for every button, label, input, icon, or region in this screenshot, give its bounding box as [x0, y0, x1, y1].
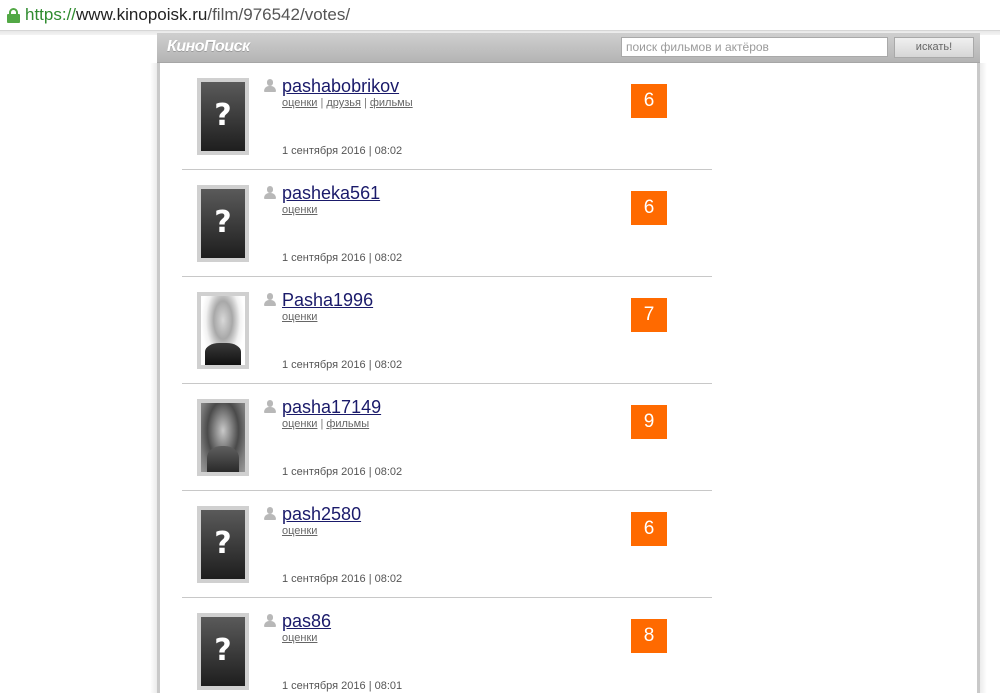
vote-date: 1 сентября 2016 | 08:02: [282, 466, 403, 478]
user-links: оценки: [282, 204, 317, 217]
username-link[interactable]: pashabobrikov: [282, 76, 399, 96]
score-badge: 9: [631, 405, 667, 439]
user-icon: [264, 507, 276, 520]
url-text[interactable]: https://www.kinopoisk.ru/film/976542/vot…: [25, 5, 350, 25]
user-link[interactable]: оценки: [282, 204, 317, 216]
frame-shadow-right: [980, 63, 987, 693]
site-header: КиноПоиск поиск фильмов и актёров искать…: [157, 33, 980, 63]
user-link[interactable]: фильмы: [326, 418, 369, 430]
vote-date: 1 сентября 2016 | 08:02: [282, 359, 403, 371]
vote-row: ? pashabobrikov оценки | друзья | фильмы 1 сент…: [182, 63, 712, 170]
search-input[interactable]: поиск фильмов и актёров: [621, 37, 888, 57]
username-link[interactable]: pasha17149: [282, 397, 381, 417]
user-link[interactable]: оценки: [282, 311, 317, 323]
vote-date: 1 сентября 2016 | 08:02: [282, 252, 403, 264]
score-badge: 8: [631, 619, 667, 653]
link-separator: |: [320, 97, 324, 109]
user-icon: [264, 400, 276, 413]
username-link[interactable]: pas86: [282, 611, 331, 631]
user-link[interactable]: друзья: [326, 97, 361, 109]
vote-row: Pasha1996 оценки 1 сентября 2016 | 08:02 7: [182, 277, 712, 384]
avatar-placeholder-icon: ?: [214, 98, 232, 133]
link-separator: |: [320, 418, 324, 430]
link-separator: |: [363, 97, 367, 109]
user-links: оценки | фильмы: [282, 418, 369, 431]
user-avatar[interactable]: ?: [197, 613, 249, 690]
score-badge: 6: [631, 84, 667, 118]
user-icon: [264, 293, 276, 306]
user-avatar[interactable]: ?: [197, 78, 249, 155]
username-link[interactable]: pash2580: [282, 504, 361, 524]
username-link[interactable]: Pasha1996: [282, 290, 373, 310]
score-badge: 6: [631, 191, 667, 225]
site-logo[interactable]: КиноПоиск: [167, 38, 250, 56]
username-link[interactable]: pasheka561: [282, 183, 380, 203]
user-avatar[interactable]: [197, 399, 249, 476]
user-link[interactable]: оценки: [282, 418, 317, 430]
url-scheme: https://: [25, 5, 77, 24]
user-icon: [264, 186, 276, 199]
user-avatar[interactable]: [197, 292, 249, 369]
user-links: оценки: [282, 632, 317, 645]
url-host: www.kinopoisk.ru: [76, 5, 208, 24]
vote-row: ? pash2580 оценки 1 сентября 2016 | 08:02 6: [182, 491, 712, 598]
vote-row: ? pas86 оценки 1 сентября 2016 | 08:01 8: [182, 598, 712, 693]
avatar-placeholder-icon: ?: [214, 526, 232, 561]
vote-date: 1 сентября 2016 | 08:02: [282, 145, 403, 157]
vote-row: pasha17149 оценки | фильмы 1 сентября 2016 |…: [182, 384, 712, 491]
address-bar[interactable]: https://www.kinopoisk.ru/film/976542/vot…: [0, 0, 1000, 31]
user-link[interactable]: оценки: [282, 97, 317, 109]
search-button[interactable]: искать!: [894, 37, 974, 58]
url-path: /film/976542/votes/: [207, 5, 351, 24]
user-avatar[interactable]: ?: [197, 506, 249, 583]
user-links: оценки | друзья | фильмы: [282, 97, 413, 110]
user-icon: [264, 614, 276, 627]
avatar-placeholder-icon: ?: [214, 205, 232, 240]
lock-icon: [7, 8, 20, 23]
score-badge: 7: [631, 298, 667, 332]
vote-date: 1 сентября 2016 | 08:02: [282, 573, 403, 585]
frame-shadow-left: [150, 63, 157, 693]
user-link[interactable]: фильмы: [370, 97, 413, 109]
user-link[interactable]: оценки: [282, 632, 317, 644]
user-links: оценки: [282, 311, 317, 324]
user-links: оценки: [282, 525, 317, 538]
user-avatar[interactable]: ?: [197, 185, 249, 262]
avatar-placeholder-icon: ?: [214, 633, 232, 668]
user-link[interactable]: оценки: [282, 525, 317, 537]
user-icon: [264, 79, 276, 92]
votes-list: ? pashabobrikov оценки | друзья | фильмы 1 сент…: [182, 63, 712, 693]
vote-date: 1 сентября 2016 | 08:01: [282, 680, 403, 692]
vote-row: ? pasheka561 оценки 1 сентября 2016 | 08:02…: [182, 170, 712, 277]
score-badge: 6: [631, 512, 667, 546]
